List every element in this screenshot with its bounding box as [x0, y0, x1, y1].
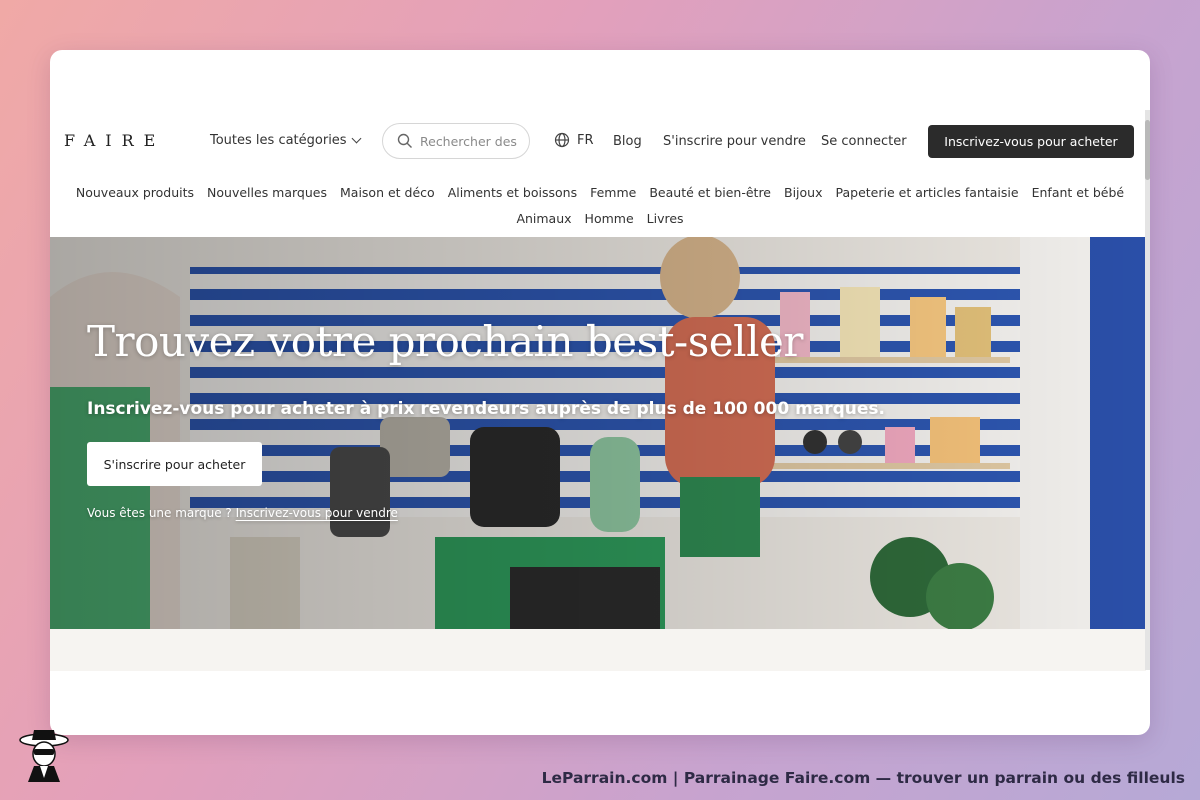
mascot-logo [19, 730, 69, 782]
browser-window: FAIRE Toutes les catégories FR Blog S'in… [50, 50, 1150, 735]
search-box[interactable] [382, 123, 530, 159]
category-link[interactable]: Animaux [516, 206, 571, 232]
scrollbar-thumb[interactable] [1145, 120, 1150, 180]
category-nav-row: Animaux Homme Livres [50, 206, 1150, 232]
category-link[interactable]: Femme [590, 180, 636, 206]
category-link[interactable]: Homme [585, 206, 634, 232]
category-link[interactable]: Aliments et boissons [448, 180, 577, 206]
category-nav-row: Nouveaux produits Nouvelles marques Maison… [50, 180, 1150, 206]
language-label: FR [577, 132, 594, 148]
login-link[interactable]: Se connecter [821, 134, 907, 149]
brand-prefix: Vous êtes une marque ? [87, 506, 232, 520]
category-link[interactable]: Nouvelles marques [207, 180, 327, 206]
faire-logo[interactable]: FAIRE [64, 131, 165, 150]
category-link[interactable]: Livres [647, 206, 684, 232]
site-header: FAIRE Toutes les catégories FR Blog S'in… [50, 122, 1150, 162]
brand-signup-line: Vous êtes une marque ? Inscrivez-vous po… [87, 506, 398, 520]
category-link[interactable]: Beauté et bien-être [649, 180, 771, 206]
categories-label: Toutes les catégories [210, 133, 347, 148]
blog-link[interactable]: Blog [613, 134, 642, 149]
chevron-down-icon [351, 133, 362, 144]
language-selector[interactable]: FR [554, 132, 594, 148]
scrollbar[interactable] [1145, 110, 1150, 670]
search-icon [397, 133, 412, 148]
hero-photo [50, 237, 1146, 629]
category-link[interactable]: Papeterie et articles fantaisie [836, 180, 1019, 206]
content-strip [50, 629, 1146, 671]
brand-signup-link[interactable]: Inscrivez-vous pour vendre [236, 506, 398, 520]
all-categories-dropdown[interactable]: Toutes les catégories [210, 133, 362, 148]
search-input[interactable] [420, 133, 520, 149]
hero-signup-button[interactable]: S'inscrire pour acheter [87, 442, 262, 486]
category-link[interactable]: Bijoux [784, 180, 823, 206]
category-link[interactable]: Enfant et bébé [1032, 180, 1125, 206]
footer-caption: LeParrain.com | Parrainage Faire.com — t… [541, 769, 1185, 787]
category-link[interactable]: Nouveaux produits [76, 180, 194, 206]
category-nav: Nouveaux produits Nouvelles marques Maison… [50, 180, 1150, 232]
sell-signup-link[interactable]: S'inscrire pour vendre [663, 134, 806, 149]
buy-signup-button[interactable]: Inscrivez-vous pour acheter [928, 125, 1134, 158]
hero-title: Trouvez votre prochain best-seller [87, 317, 803, 366]
category-link[interactable]: Maison et déco [340, 180, 435, 206]
globe-icon [554, 132, 570, 148]
hero-subtitle: Inscrivez-vous pour acheter à prix reven… [87, 399, 886, 419]
hero-banner: Trouvez votre prochain best-seller Inscr… [50, 237, 1146, 629]
